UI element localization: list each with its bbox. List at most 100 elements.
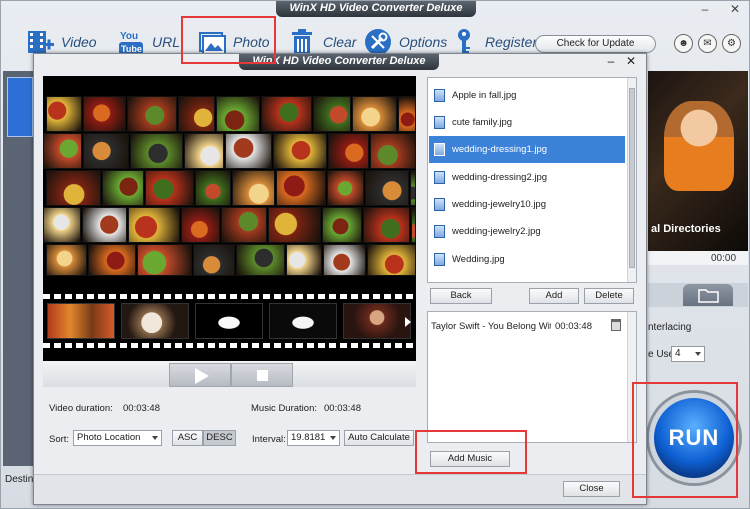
file-name: wedding-dressing2.jpg: [452, 172, 548, 183]
url-label: URL: [152, 34, 181, 50]
collage-photo: [268, 207, 321, 243]
film-sprocket-top: [43, 294, 416, 299]
folder-icon: [698, 289, 719, 303]
sort-select[interactable]: Photo Location: [73, 430, 162, 446]
file-list-item[interactable]: cute family.jpg: [429, 109, 625, 136]
add-music-button[interactable]: Add Music: [430, 451, 510, 467]
music-duration-value: 00:03:48: [324, 403, 361, 414]
mail-icon[interactable]: ✉: [698, 34, 717, 53]
scrollbar-thumb[interactable]: [629, 88, 635, 268]
file-name: cute family.jpg: [452, 117, 513, 128]
collage-photo: [365, 170, 409, 206]
back-button[interactable]: Back: [430, 288, 492, 304]
collage-photo: [102, 170, 144, 206]
main-file-list: [3, 71, 35, 466]
collage-photo: [181, 207, 220, 243]
collage-photo: [273, 133, 327, 169]
interval-select[interactable]: 19.8181: [287, 430, 340, 446]
photo-filmstrip: [43, 291, 416, 351]
user-icon[interactable]: ☻: [674, 34, 693, 53]
collage-photo: [43, 207, 81, 243]
close-button[interactable]: Close: [563, 481, 620, 497]
collage-photo: [221, 207, 267, 243]
close-icon[interactable]: ✕: [728, 3, 742, 15]
collage-photo: [370, 133, 416, 169]
photo-preview-area: [43, 76, 416, 361]
check-for-update-button[interactable]: Check for Update: [535, 35, 656, 53]
play-button[interactable]: [169, 363, 231, 387]
collage-photo: [352, 96, 397, 132]
music-list: Taylor Swift - You Belong With Me 00:03:…: [427, 311, 637, 443]
dialog-title: WinX HD Video Converter Deluxe: [239, 54, 439, 70]
main-window-title: WinX HD Video Converter Deluxe: [276, 1, 476, 17]
collage-photo: [43, 133, 82, 169]
collage-photo: [232, 170, 275, 206]
image-file-icon: [434, 225, 445, 238]
collage-photo: [137, 244, 192, 276]
music-title[interactable]: Taylor Swift - You Belong With Me: [431, 321, 551, 332]
music-duration: 00:03:48: [555, 321, 592, 332]
file-name: wedding-jewelry2.jpg: [452, 226, 541, 237]
sort-value: Photo Location: [77, 432, 141, 443]
delete-button[interactable]: Delete: [584, 288, 634, 304]
file-list-item[interactable]: Apple in fall.jpg: [429, 82, 625, 109]
collage-photo: [193, 244, 235, 276]
collage-photo: [46, 244, 87, 276]
file-list-item[interactable]: Wedding.jpg: [429, 246, 625, 273]
collage-photo: [83, 133, 129, 169]
file-name: wedding-jewelry10.jpg: [452, 199, 546, 210]
chevron-right-icon[interactable]: [405, 317, 411, 327]
collage-photo: [328, 133, 369, 169]
file-list-item[interactable]: wedding-dressing2.jpg: [429, 164, 625, 191]
video-thumbnail[interactable]: [7, 77, 33, 137]
image-file-icon: [434, 198, 445, 211]
dialog-close-icon[interactable]: ✕: [624, 55, 638, 68]
dialog-bottom-bar: Close: [34, 474, 646, 504]
film-frame[interactable]: [195, 303, 263, 339]
film-frame[interactable]: [343, 303, 411, 339]
file-list-item[interactable]: wedding-jewelry2.jpg: [429, 218, 625, 245]
stop-button[interactable]: [231, 363, 293, 387]
desc-button[interactable]: DESC: [203, 430, 236, 446]
collage-photo: [195, 170, 231, 206]
collage-photo: [46, 170, 101, 206]
music-delete-icon[interactable]: [611, 319, 621, 331]
minimize-icon[interactable]: –: [698, 3, 712, 15]
clear-label: Clear: [323, 34, 357, 50]
collage-photo: [323, 244, 366, 276]
collage-photo: [145, 170, 194, 206]
chevron-down-icon: [152, 436, 158, 440]
settings-icon[interactable]: ⚙: [722, 34, 741, 53]
file-list-item[interactable]: wedding-jewelry10.jpg: [429, 191, 625, 218]
film-frame[interactable]: [47, 303, 115, 339]
stop-icon: [257, 370, 268, 381]
deinterlacing-label: nterlacing: [648, 322, 692, 333]
collage-photo: [411, 207, 416, 243]
dialog-minimize-icon[interactable]: –: [604, 55, 618, 68]
run-button[interactable]: RUN: [649, 393, 739, 483]
file-list-item-selected[interactable]: wedding-dressing1.jpg: [429, 136, 625, 163]
folder-tab[interactable]: [683, 284, 733, 306]
core-use-select[interactable]: 4: [671, 346, 705, 362]
collage-photo: [236, 244, 285, 276]
svg-text:You: You: [120, 31, 138, 42]
film-frame[interactable]: [121, 303, 189, 339]
interval-value: 19.8181: [291, 432, 326, 443]
music-list-scrollbar[interactable]: [627, 312, 636, 442]
core-use-value: 4: [675, 348, 681, 359]
file-list-scrollbar[interactable]: [627, 78, 636, 282]
collage-photo: [367, 244, 416, 276]
collage-photo: [46, 96, 82, 132]
register-label: Register: [485, 34, 538, 50]
collage-photo: [130, 133, 183, 169]
play-icon: [195, 368, 209, 384]
image-file-icon: [434, 143, 445, 156]
asc-button[interactable]: ASC: [172, 430, 203, 446]
auto-calculate-button[interactable]: Auto Calculate: [344, 430, 414, 446]
sort-label: Sort:: [49, 434, 70, 445]
add-button[interactable]: Add: [529, 288, 579, 304]
file-name: Wedding.jpg: [452, 254, 505, 265]
options-label: Options: [399, 34, 448, 50]
film-frame[interactable]: [269, 303, 337, 339]
image-file-icon: [434, 171, 445, 184]
